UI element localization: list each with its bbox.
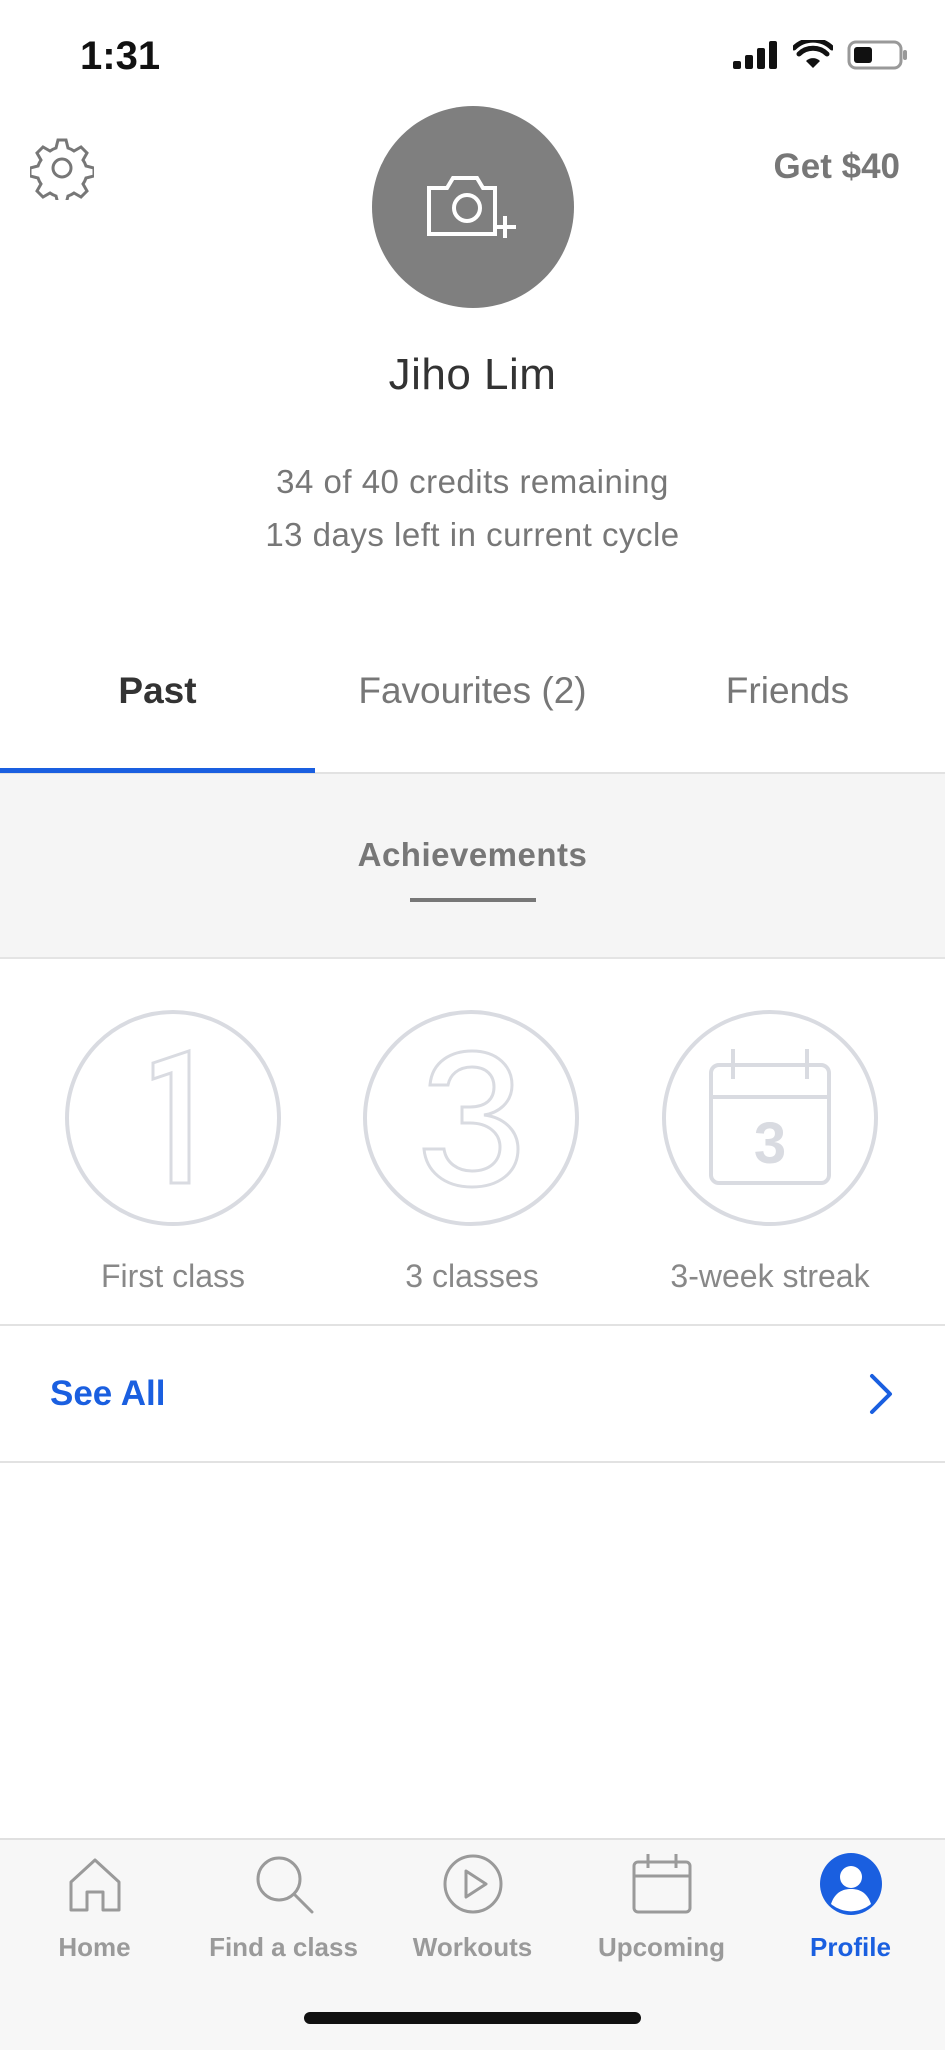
divider [0,1461,945,1463]
camera-add-icon [427,176,516,238]
nav-label: Home [58,1932,131,1962]
nav-upcoming[interactable]: Upcoming [567,1852,756,1972]
wifi-icon [793,40,833,68]
active-tab-indicator [0,768,315,773]
gear-icon [28,138,96,206]
badge-three-classes[interactable] [363,1010,579,1226]
nav-workouts[interactable]: Workouts [378,1852,567,1972]
badge-label: First class [101,1258,245,1294]
settings-button[interactable] [28,136,96,206]
user-name: Jiho Lim [388,350,557,399]
calendar-icon: 3 [709,1049,831,1185]
nav-label: Workouts [412,1932,533,1962]
play-circle-icon [443,1854,502,1914]
referral-link[interactable]: Get $40 [774,147,900,187]
chevron-right-icon[interactable] [866,1372,896,1416]
tab-favourites[interactable]: Favourites (2) [315,670,630,712]
nav-label: Upcoming [597,1932,726,1962]
badge-first-class[interactable] [65,1010,281,1226]
status-time: 1:31 [80,34,161,78]
tab-past[interactable]: Past [0,670,315,712]
achievements-title[interactable]: Achievements [0,836,945,874]
achievements-underline [410,898,536,902]
svg-text:3: 3 [754,1111,786,1176]
nav-profile[interactable]: Profile [756,1852,945,1972]
home-indicator[interactable] [304,2012,641,2024]
nav-home[interactable]: Home [0,1852,189,1972]
cellular-signal-icon [733,41,777,69]
number-three-icon [422,1049,520,1189]
home-icon [69,1858,120,1912]
avatar-upload-button[interactable] [372,106,574,308]
nav-label: Profile [810,1932,891,1962]
status-icons [733,40,909,70]
search-icon [256,1856,313,1914]
profile-icon [819,1853,882,1915]
see-all-link[interactable]: See All [50,1374,165,1414]
badge-label: 3-week streak [670,1258,870,1294]
battery-icon [847,40,907,70]
number-one-icon [151,1048,191,1185]
badge-three-week-streak[interactable]: 3 [662,1010,878,1226]
nav-label: Find a class [209,1932,358,1962]
calendar-icon [632,1854,691,1914]
tab-friends[interactable]: Friends [630,670,945,712]
cycle-days-left: 13 days left in current cycle [265,516,680,553]
badge-label: 3 classes [405,1258,539,1294]
nav-find-class[interactable]: Find a class [189,1852,378,1972]
credits-remaining: 34 of 40 credits remaining [276,463,669,500]
